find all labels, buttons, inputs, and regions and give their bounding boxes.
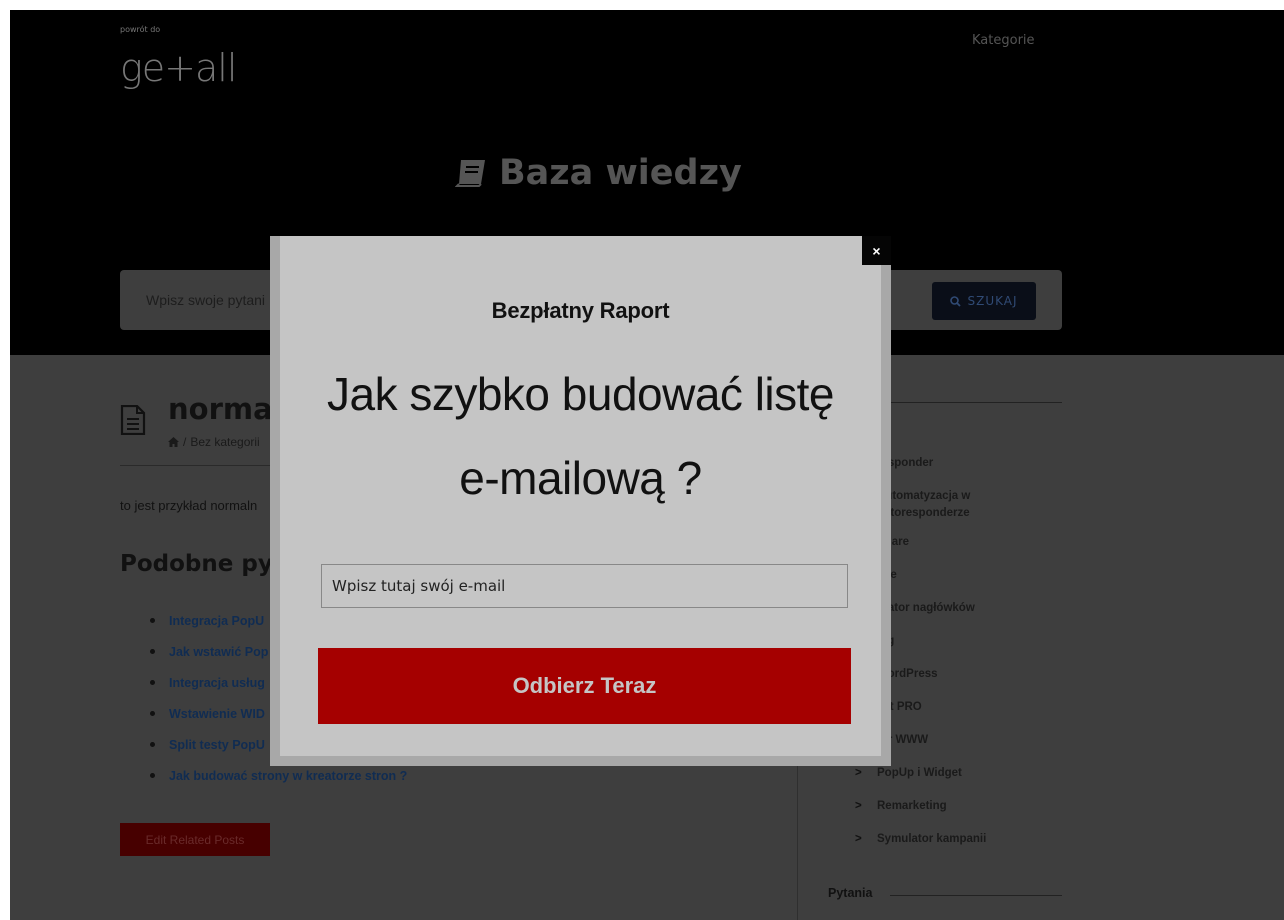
sidebar-item[interactable]: > Symulator kampanii: [855, 831, 1017, 848]
related-item-link[interactable]: Wstawienie WID: [169, 707, 265, 721]
edit-related-posts-button[interactable]: Edit Related Posts: [120, 823, 270, 856]
back-link[interactable]: powrót do: [120, 25, 160, 34]
modal-subtitle: Bezpłatny Raport: [491, 298, 670, 323]
claim-now-button[interactable]: Odbierz Teraz: [318, 648, 851, 724]
sidebar-item[interactable]: > Remarketing: [855, 798, 1017, 815]
sidebar-item-label[interactable]: Remarketing: [877, 798, 947, 815]
sidebar-item-label[interactable]: erator nagłówków: [877, 600, 975, 617]
bullet-icon: [150, 773, 155, 778]
hero-title: Baza wiedzy: [455, 153, 742, 193]
related-item-link[interactable]: Jak budować strony w kreatorze stron ?: [169, 769, 407, 783]
chevron-right-icon: >: [855, 833, 862, 845]
home-icon[interactable]: [168, 437, 179, 447]
hero-title-text: Baza wiedzy: [499, 153, 742, 193]
related-item-link[interactable]: Integracja usług: [169, 676, 265, 690]
bullet-icon: [150, 742, 155, 747]
search-icon: [950, 295, 962, 307]
site-logo[interactable]: ge+all: [120, 46, 237, 90]
related-item-link[interactable]: Split testy PopU: [169, 738, 265, 752]
nav-categories-link[interactable]: Kategorie: [972, 33, 1035, 48]
chevron-right-icon: >: [855, 767, 862, 779]
bullet-icon: [150, 711, 155, 716]
sidebar-heading-rule: [890, 402, 1062, 403]
breadcrumb-category[interactable]: Bez kategorii: [190, 435, 259, 449]
search-button-label: SZUKAJ: [967, 294, 1018, 308]
sidebar-questions-rule: [890, 895, 1062, 896]
bullet-icon: [150, 618, 155, 623]
modal-headline-line: e-mailową ?: [459, 452, 702, 504]
bullet-icon: [150, 649, 155, 654]
modal-headline: Jak szybko budować listę e-mailową ?: [280, 352, 881, 520]
bullet-icon: [150, 680, 155, 685]
sidebar-questions-heading: Pytania: [828, 886, 873, 900]
chevron-right-icon: >: [855, 800, 862, 812]
document-icon: [120, 405, 146, 435]
sidebar-item[interactable]: > PopUp i Widget: [855, 765, 1017, 782]
related-item-link[interactable]: Jak wstawić Pop: [169, 645, 268, 659]
search-button[interactable]: SZUKAJ: [932, 282, 1036, 320]
breadcrumb-separator: /: [183, 435, 187, 449]
search-input[interactable]: Wpisz swoje pytani: [146, 292, 265, 308]
email-input[interactable]: [321, 564, 848, 608]
sidebar-item-label[interactable]: Symulator kampanii: [877, 831, 986, 848]
sidebar-item-label[interactable]: PopUp i Widget: [877, 765, 962, 782]
close-button[interactable]: ×: [862, 236, 891, 265]
book-icon: [455, 158, 487, 188]
sidebar-item-label[interactable]: Automatyzacja w autoresponderze: [877, 488, 1017, 522]
related-item-link[interactable]: Integracja PopU: [169, 614, 264, 628]
post-body: to jest przykład normaln: [120, 498, 258, 513]
modal-headline-line: Jak szybko budować listę: [326, 368, 835, 420]
breadcrumb: / Bez kategorii: [168, 435, 260, 449]
